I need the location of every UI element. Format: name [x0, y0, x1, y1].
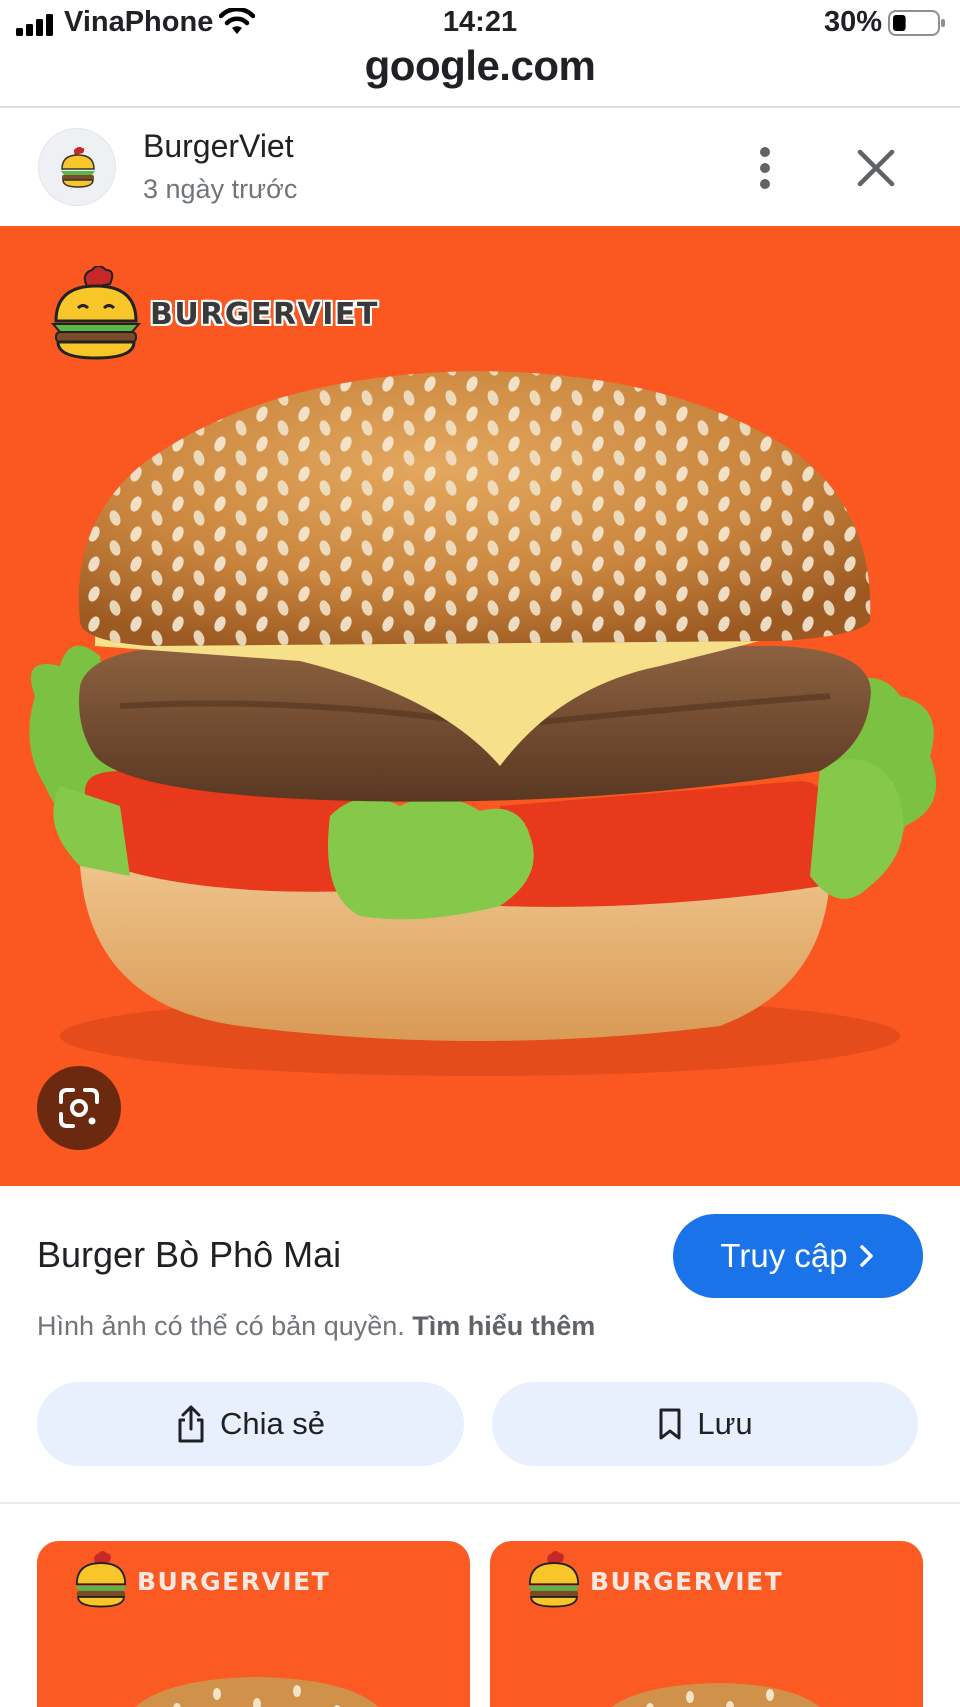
- burgerviet-logo-icon: [50, 266, 142, 360]
- copyright-notice: Hình ảnh có thể có bản quyền. Tìm hiểu t…: [37, 1311, 595, 1342]
- thumb-brand-text: BURGERVIET: [137, 1567, 331, 1596]
- share-button[interactable]: Chia sẻ: [37, 1382, 464, 1466]
- related-image[interactable]: BURGERVIET: [37, 1541, 470, 1707]
- related-image[interactable]: BURGERVIET: [490, 1541, 923, 1707]
- google-lens-button[interactable]: [37, 1066, 121, 1150]
- source-name[interactable]: BurgerViet: [143, 128, 294, 165]
- close-icon[interactable]: [852, 144, 900, 192]
- burger-logo-icon: [61, 147, 95, 188]
- burger-bun-image: [611, 1683, 820, 1707]
- more-vert-icon[interactable]: [745, 138, 785, 198]
- battery-percentage: 30%: [823, 6, 882, 38]
- address-bar-url[interactable]: google.com: [0, 42, 960, 90]
- chevron-right-icon: [859, 1245, 873, 1267]
- source-time: 3 ngày trước: [143, 174, 298, 204]
- save-label: Lưu: [697, 1406, 753, 1441]
- result-title: Burger Bò Phô Mai: [37, 1234, 342, 1275]
- burgerviet-logo-icon: [75, 1551, 127, 1608]
- visit-button[interactable]: Truy cập: [673, 1214, 923, 1298]
- visit-button-label: Truy cập: [720, 1237, 848, 1274]
- battery-icon: [888, 10, 945, 36]
- share-icon: [178, 1405, 204, 1443]
- clock: 14:21: [442, 6, 518, 38]
- result-image[interactable]: BURGERVIET: [0, 226, 960, 1186]
- source-header: BurgerViet 3 ngày trước: [0, 108, 960, 226]
- divider: [0, 1502, 960, 1504]
- save-button[interactable]: Lưu: [492, 1382, 918, 1466]
- burger-bun-image: [135, 1677, 379, 1707]
- source-avatar[interactable]: [38, 128, 116, 206]
- burger-photo: [29, 371, 937, 1076]
- copyright-text: Hình ảnh có thể có bản quyền.: [37, 1311, 405, 1341]
- brand-text: BURGERVIET: [150, 297, 379, 332]
- thumb-brand-text: BURGERVIET: [590, 1567, 784, 1596]
- google-lens-icon: [59, 1088, 99, 1128]
- status-bar: VinaPhone 14:21 30%: [0, 0, 960, 48]
- share-label: Chia sẻ: [219, 1406, 326, 1441]
- learn-more-link[interactable]: Tìm hiểu thêm: [412, 1311, 595, 1341]
- bookmark-icon: [659, 1408, 681, 1440]
- burgerviet-logo-icon: [528, 1551, 580, 1608]
